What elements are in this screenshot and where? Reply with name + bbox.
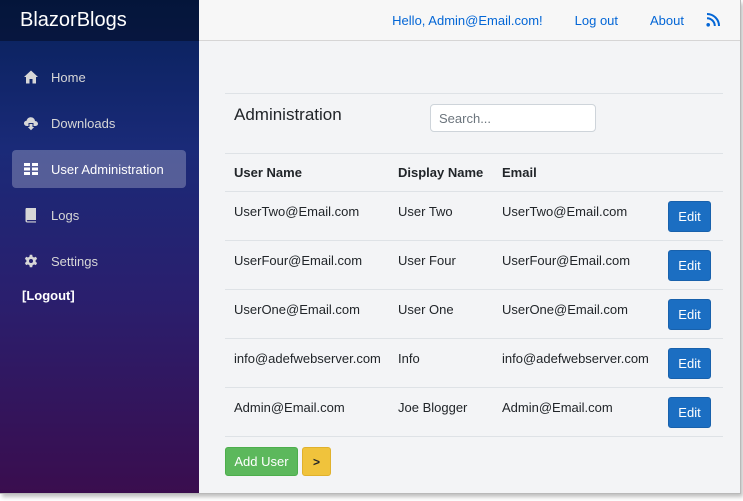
edit-button[interactable]: Edit bbox=[668, 298, 711, 330]
sidebar-nav: Home Downloads User Administration Logs bbox=[0, 41, 199, 303]
search-input[interactable] bbox=[430, 104, 596, 132]
rss-icon[interactable] bbox=[706, 13, 720, 27]
about-link[interactable]: About bbox=[650, 13, 684, 28]
cell-actions: Edit bbox=[658, 191, 723, 241]
gear-icon bbox=[23, 253, 39, 269]
cell-user-name: Admin@Email.com bbox=[225, 387, 389, 437]
cell-actions: Edit bbox=[658, 289, 723, 339]
edit-button[interactable]: Edit bbox=[668, 396, 711, 428]
edit-button[interactable]: Edit bbox=[668, 200, 711, 232]
column-header-display-name[interactable]: Display Name bbox=[389, 153, 493, 192]
cell-display-name: User Four bbox=[389, 240, 493, 290]
page-title: Administration bbox=[234, 105, 342, 124]
brand-title[interactable]: BlazorBlogs bbox=[0, 0, 199, 41]
cell-display-name: Info bbox=[389, 338, 493, 388]
table-row: Admin@Email.com Joe Blogger Admin@Email.… bbox=[225, 387, 723, 437]
sidebar-item-home[interactable]: Home bbox=[12, 58, 186, 96]
home-icon bbox=[23, 69, 39, 85]
book-icon bbox=[23, 207, 39, 223]
cell-actions: Edit bbox=[658, 338, 723, 388]
column-header-email[interactable]: Email bbox=[493, 153, 658, 192]
cell-actions: Edit bbox=[658, 240, 723, 290]
users-table: User Name Display Name Email UserTwo@Ema… bbox=[225, 153, 723, 437]
top-bar: Hello, Admin@Email.com! Log out About bbox=[199, 0, 740, 41]
cell-email: UserOne@Email.com bbox=[493, 289, 658, 339]
main-content: Administration User Name Display Name Em… bbox=[225, 93, 723, 476]
column-header-actions bbox=[658, 153, 723, 192]
table-actions: Add User > bbox=[225, 447, 723, 476]
logout-link[interactable]: Log out bbox=[575, 13, 618, 28]
sidebar-logout-link[interactable]: [Logout] bbox=[0, 288, 199, 303]
cloud-download-icon bbox=[23, 115, 39, 131]
sidebar-item-label: User Administration bbox=[51, 161, 164, 177]
cell-user-name: UserTwo@Email.com bbox=[225, 191, 389, 241]
next-page-button[interactable]: > bbox=[302, 447, 331, 476]
cell-email: Admin@Email.com bbox=[493, 387, 658, 437]
panel-header: Administration bbox=[225, 93, 723, 153]
cell-display-name: User Two bbox=[389, 191, 493, 241]
sidebar-item-user-administration[interactable]: User Administration bbox=[12, 150, 186, 188]
cell-email: info@adefwebserver.com bbox=[493, 338, 658, 388]
sidebar-item-label: Home bbox=[51, 69, 86, 85]
sidebar-item-logs[interactable]: Logs bbox=[12, 196, 186, 234]
cell-actions: Edit bbox=[658, 387, 723, 437]
edit-button[interactable]: Edit bbox=[668, 249, 711, 281]
table-header-row: User Name Display Name Email bbox=[225, 153, 723, 192]
sidebar-item-label: Downloads bbox=[51, 115, 116, 131]
app-window: BlazorBlogs Home Downloads User Administ… bbox=[0, 0, 741, 494]
edit-button[interactable]: Edit bbox=[668, 347, 711, 379]
cell-user-name: UserFour@Email.com bbox=[225, 240, 389, 290]
sidebar-item-label: Logs bbox=[51, 207, 80, 223]
column-header-user-name[interactable]: User Name bbox=[225, 153, 389, 192]
table-row: UserTwo@Email.com User Two UserTwo@Email… bbox=[225, 191, 723, 241]
cell-email: UserFour@Email.com bbox=[493, 240, 658, 290]
sidebar-item-label: Settings bbox=[51, 253, 98, 269]
cell-display-name: Joe Blogger bbox=[389, 387, 493, 437]
sidebar-item-settings[interactable]: Settings bbox=[12, 242, 186, 280]
sidebar: BlazorBlogs Home Downloads User Administ… bbox=[0, 0, 199, 493]
list-icon bbox=[23, 161, 39, 177]
sidebar-item-downloads[interactable]: Downloads bbox=[12, 104, 186, 142]
add-user-button[interactable]: Add User bbox=[225, 447, 298, 476]
cell-email: UserTwo@Email.com bbox=[493, 191, 658, 241]
table-row: UserFour@Email.com User Four UserFour@Em… bbox=[225, 240, 723, 290]
table-row: info@adefwebserver.com Info info@adefweb… bbox=[225, 338, 723, 388]
cell-user-name: UserOne@Email.com bbox=[225, 289, 389, 339]
cell-user-name: info@adefwebserver.com bbox=[225, 338, 389, 388]
cell-display-name: User One bbox=[389, 289, 493, 339]
table-row: UserOne@Email.com User One UserOne@Email… bbox=[225, 289, 723, 339]
greeting-link[interactable]: Hello, Admin@Email.com! bbox=[392, 13, 542, 28]
